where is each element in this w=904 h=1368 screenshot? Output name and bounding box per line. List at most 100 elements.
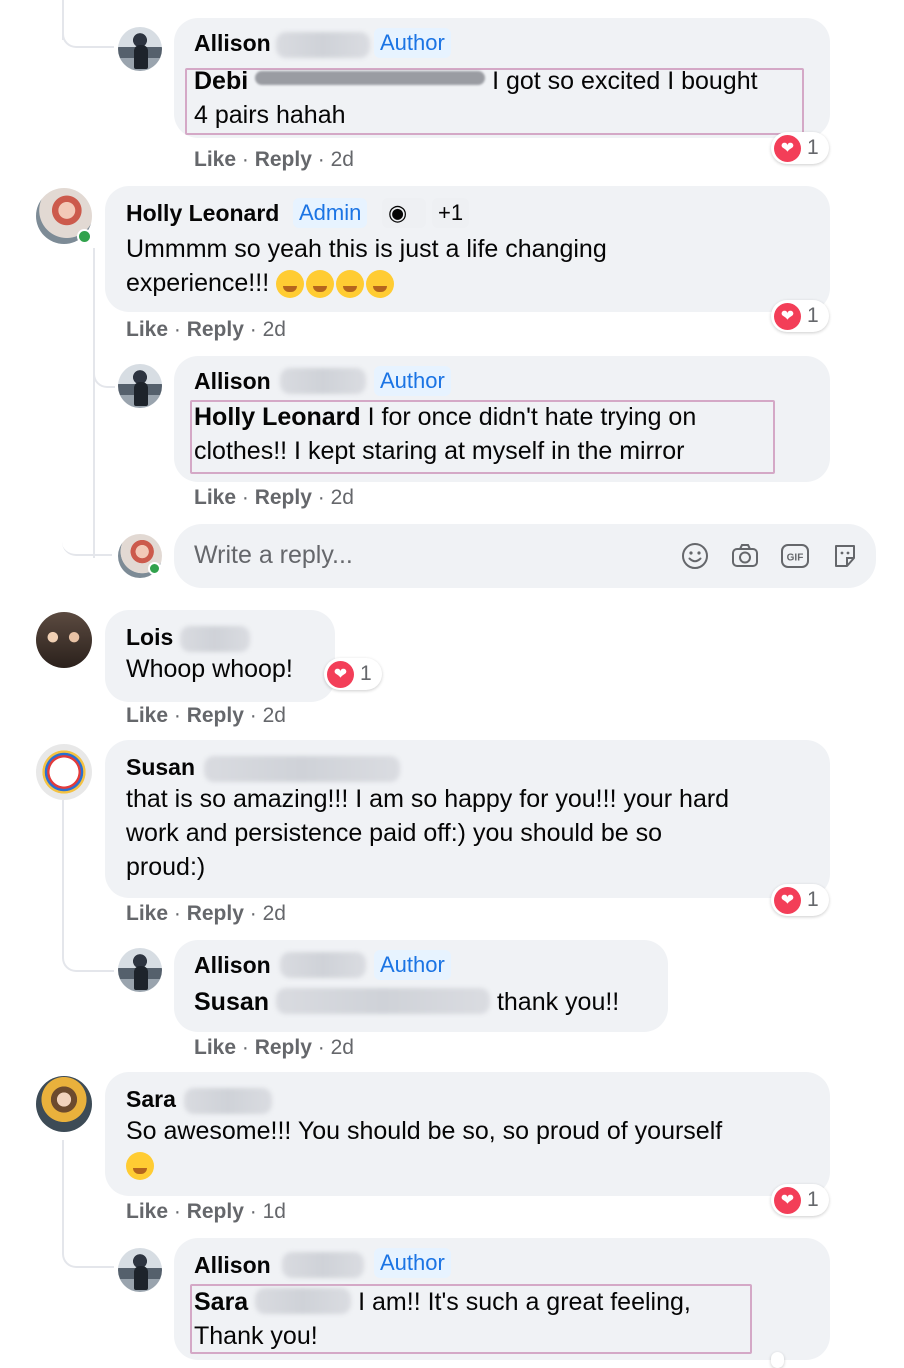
avatar[interactable]	[118, 948, 162, 992]
timestamp[interactable]: 2d	[263, 902, 286, 925]
timestamp[interactable]: 2d	[331, 148, 354, 171]
smile-icon[interactable]	[680, 541, 710, 571]
heart-reaction-icon: ❤	[774, 302, 801, 330]
heart-reaction-icon: ❤	[774, 886, 801, 914]
admin-badge: Admin	[293, 198, 368, 228]
mention-name[interactable]: Holly Leonard	[194, 403, 361, 431]
online-status-dot	[148, 562, 161, 575]
comment-text: Holly Leonard I for once didn't hate try…	[194, 403, 697, 465]
badge-icon: ◉	[382, 198, 426, 228]
avatar[interactable]	[36, 744, 92, 800]
reaction-count[interactable]: ❤ 1	[324, 658, 382, 690]
timestamp[interactable]: 1d	[263, 1200, 286, 1223]
smiling-emoji-icon	[126, 1152, 154, 1181]
redacted-surname	[204, 756, 400, 782]
commenter-name[interactable]: Holly Leonard	[126, 200, 279, 227]
comment-actions: Like · Reply · 2d	[194, 486, 354, 509]
reply-button[interactable]: Reply	[187, 902, 244, 925]
like-button[interactable]: Like	[126, 902, 168, 925]
comment-text: Debi I got so excited I bought 4 pairs h…	[194, 67, 758, 129]
redacted-mention	[255, 1288, 352, 1314]
sticker-icon[interactable]	[830, 541, 860, 571]
reaction-count[interactable]: ❤ 1	[771, 300, 829, 332]
avatar[interactable]	[36, 612, 92, 668]
redacted-surname	[280, 952, 366, 978]
author-badge: Author	[374, 28, 451, 58]
comment-actions: Like · Reply · 2d	[126, 318, 286, 341]
redacted-surname	[276, 32, 370, 58]
avatar[interactable]	[36, 1076, 92, 1132]
comment-text: Susan thank you!!	[194, 988, 620, 1016]
reply-button[interactable]: Reply	[187, 1200, 244, 1223]
comment-text: Whoop whoop!	[126, 655, 293, 683]
thread-connector	[62, 930, 114, 972]
heart-reaction-icon: ❤	[774, 1186, 801, 1214]
commenter-name[interactable]: Allison	[194, 1252, 271, 1279]
camera-icon[interactable]	[730, 541, 760, 571]
timestamp[interactable]: 2d	[331, 486, 354, 509]
redacted-mention	[275, 988, 490, 1014]
comment-actions: Like · Reply · 2d	[194, 148, 354, 171]
timestamp[interactable]: 2d	[263, 704, 286, 727]
thread-connector	[62, 1220, 114, 1268]
commenter-name[interactable]: Lois	[126, 624, 173, 651]
online-status-dot	[77, 229, 92, 244]
timestamp[interactable]: 2d	[263, 318, 286, 341]
comment-text: Sara I am!! It's such a great feeling, T…	[194, 1288, 691, 1350]
svg-text:GIF: GIF	[787, 553, 804, 564]
comment-text: So awesome!!! You should be so, so proud…	[126, 1114, 816, 1182]
comment-actions: Like · Reply · 2d	[126, 902, 286, 925]
comment-actions: Like · Reply · 2d	[194, 1036, 354, 1059]
comment-actions: Like · Reply · 2d	[126, 704, 286, 727]
thread-connector	[62, 0, 114, 48]
redacted-surname	[184, 1088, 272, 1114]
reply-button[interactable]: Reply	[187, 318, 244, 341]
like-button[interactable]: Like	[194, 486, 236, 509]
redacted-surname	[180, 626, 250, 652]
reaction-count[interactable]: ❤ 1	[771, 884, 829, 916]
redacted-surname	[280, 368, 366, 394]
reply-placeholder: Write a reply...	[194, 541, 353, 569]
avatar[interactable]	[118, 1248, 162, 1292]
redacted-surname	[282, 1252, 364, 1278]
comment-actions: Like · Reply · 1d	[126, 1200, 286, 1223]
commenter-name[interactable]: Susan	[126, 754, 195, 781]
timestamp[interactable]: 2d	[331, 1036, 354, 1059]
reaction-count-partial[interactable]	[771, 1352, 784, 1368]
reply-button[interactable]: Reply	[255, 486, 312, 509]
badge-count[interactable]: +1	[432, 198, 470, 228]
reaction-count[interactable]: ❤ 1	[771, 132, 829, 164]
like-button[interactable]: Like	[126, 1200, 168, 1223]
mention-name[interactable]: Sara	[194, 1288, 248, 1316]
like-button[interactable]: Like	[194, 148, 236, 171]
reply-button[interactable]: Reply	[255, 148, 312, 171]
commenter-name[interactable]: Allison	[194, 368, 271, 395]
heart-eyes-emoji-icon	[366, 270, 395, 299]
thread-line	[62, 800, 64, 940]
mention-name[interactable]: Debi	[194, 67, 248, 95]
heart-reaction-icon: ❤	[327, 660, 354, 688]
comment-text: Ummmm so yeah this is just a life changi…	[126, 235, 607, 299]
like-button[interactable]: Like	[126, 318, 168, 341]
reply-button[interactable]: Reply	[255, 1036, 312, 1059]
author-badge: Author	[374, 366, 451, 396]
scream-emoji-icon	[276, 270, 305, 299]
reaction-count[interactable]: ❤ 1	[771, 1184, 829, 1216]
avatar[interactable]	[118, 364, 162, 408]
commenter-name[interactable]: Allison	[194, 30, 271, 57]
thread-connector	[62, 498, 112, 556]
redacted-mention	[255, 71, 486, 85]
like-button[interactable]: Like	[194, 1036, 236, 1059]
comment-text: that is so amazing!!! I am so happy for …	[126, 785, 730, 881]
gif-icon[interactable]: GIF	[780, 541, 810, 571]
commenter-name[interactable]: Allison	[194, 952, 271, 979]
reply-button[interactable]: Reply	[187, 704, 244, 727]
avatar[interactable]	[118, 27, 162, 71]
author-badge: Author	[374, 950, 451, 980]
heart-reaction-icon: ❤	[774, 134, 801, 162]
star-struck-emoji-icon	[306, 270, 335, 299]
like-button[interactable]: Like	[126, 704, 168, 727]
commenter-name[interactable]: Sara	[126, 1086, 176, 1113]
thread-connector	[93, 340, 115, 388]
mention-name[interactable]: Susan	[194, 988, 269, 1016]
